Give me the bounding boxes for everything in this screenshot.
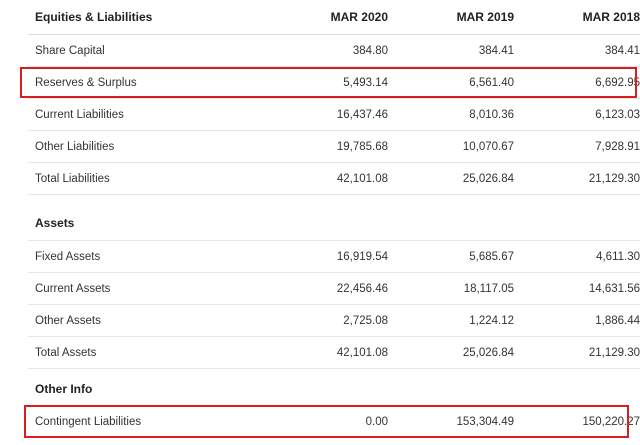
row-value-mar-2019: 18,117.05 [463, 282, 514, 295]
row-value-mar-2019: 1,224.12 [469, 314, 514, 327]
row-value-mar-2020: 42,101.08 [336, 346, 388, 359]
row-value-mar-2019: 6,561.40 [469, 76, 514, 89]
row-label: Other Liabilities [35, 140, 115, 153]
row-value-mar-2020: 5,493.14 [343, 76, 388, 89]
row-value-mar-2018: 384.41 [604, 44, 640, 57]
table-row-contingent-liabilities: Contingent Liabilities 0.00 153,304.49 1… [28, 406, 640, 438]
row-label: Reserves & Surplus [35, 76, 137, 89]
section-header-other-info: Other Info [28, 369, 640, 406]
table-row-other-assets: Other Assets 2,725.08 1,224.12 1,886.44 [28, 305, 640, 337]
row-label: Total Liabilities [35, 172, 110, 185]
row-value-mar-2019: 153,304.49 [456, 416, 514, 428]
row-value-mar-2018: 6,123.03 [595, 108, 640, 121]
row-value-mar-2018: 21,129.30 [588, 172, 640, 185]
row-label: Contingent Liabilities [35, 416, 142, 428]
row-value-mar-2020: 42,101.08 [336, 172, 388, 185]
row-label: Total Assets [35, 346, 97, 359]
section-title-other-info: Other Info [35, 382, 93, 396]
row-value-mar-2020: 22,456.46 [336, 282, 388, 295]
row-value-mar-2020: 0.00 [365, 416, 388, 428]
row-value-mar-2019: 25,026.84 [462, 172, 514, 185]
row-value-mar-2018: 14,631.56 [588, 282, 640, 295]
row-value-mar-2019: 5,685.67 [469, 250, 514, 263]
table-row-reserves-surplus: Reserves & Surplus 5,493.14 6,561.40 6,6… [28, 67, 640, 99]
column-header-mar-2020[interactable]: MAR 2020 [331, 0, 388, 34]
table-row-total-liabilities: Total Liabilities 42,101.08 25,026.84 21… [28, 163, 640, 195]
balance-sheet-table: Equities & Liabilities MAR 2020 MAR 2019… [28, 0, 640, 438]
row-label: Current Liabilities [35, 108, 124, 121]
row-value-mar-2019: 10,070.67 [462, 140, 514, 153]
row-value-mar-2018: 7,928.91 [595, 140, 640, 153]
row-value-mar-2020: 19,785.68 [336, 140, 388, 153]
table-row-share-capital: Share Capital 384.80 384.41 384.41 [28, 35, 640, 67]
row-value-mar-2018: 1,886.44 [595, 314, 640, 327]
row-value-mar-2018: 21,129.30 [588, 346, 640, 359]
table-row-fixed-assets: Fixed Assets 16,919.54 5,685.67 4,611.30 [28, 241, 640, 273]
section-title-equities-liabilities: Equities & Liabilities [35, 10, 153, 24]
row-value-mar-2019: 8,010.36 [469, 108, 514, 121]
row-value-mar-2019: 384.41 [478, 44, 514, 57]
row-value-mar-2018: 6,692.95 [595, 76, 640, 89]
row-value-mar-2020: 16,437.46 [336, 108, 388, 121]
row-value-mar-2020: 16,919.54 [336, 250, 388, 263]
row-label: Current Assets [35, 282, 111, 295]
row-label: Fixed Assets [35, 250, 101, 263]
column-header-mar-2019[interactable]: MAR 2019 [457, 0, 514, 34]
row-label: Other Assets [35, 314, 101, 327]
table-header-row: Equities & Liabilities MAR 2020 MAR 2019… [28, 0, 640, 35]
row-value-mar-2018: 4,611.30 [596, 250, 640, 263]
row-label: Share Capital [35, 44, 105, 57]
row-value-mar-2020: 2,725.08 [343, 314, 388, 327]
row-value-mar-2018: 150,220.27 [582, 416, 640, 428]
table-row-current-assets: Current Assets 22,456.46 18,117.05 14,63… [28, 273, 640, 305]
section-header-assets: Assets [28, 195, 640, 241]
section-title-assets: Assets [35, 216, 75, 230]
row-value-mar-2019: 25,026.84 [462, 346, 514, 359]
table-row-total-assets: Total Assets 42,101.08 25,026.84 21,129.… [28, 337, 640, 369]
table-row-other-liabilities: Other Liabilities 19,785.68 10,070.67 7,… [28, 131, 640, 163]
row-value-mar-2020: 384.80 [352, 44, 388, 57]
column-header-mar-2018[interactable]: MAR 2018 [583, 0, 640, 34]
table-row-current-liabilities: Current Liabilities 16,437.46 8,010.36 6… [28, 99, 640, 131]
